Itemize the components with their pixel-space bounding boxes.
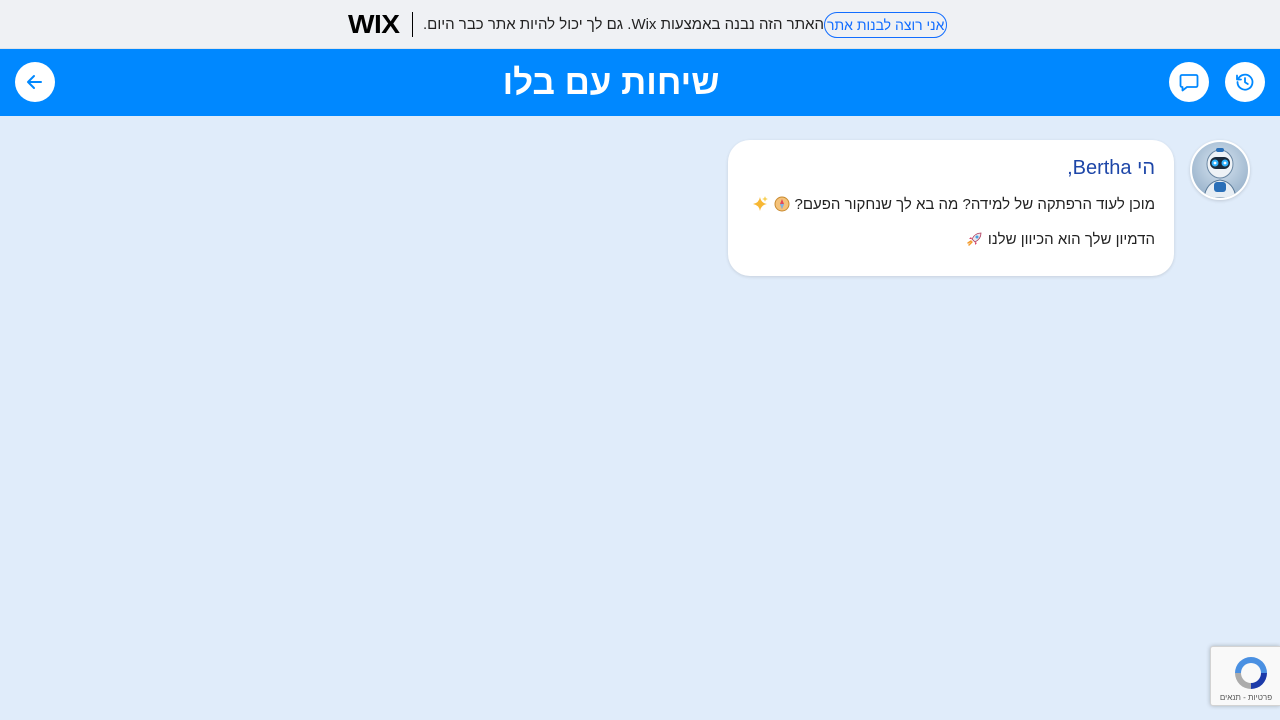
sparkles-icon — [751, 195, 769, 213]
history-icon — [1236, 73, 1254, 91]
build-site-button[interactable]: אני רוצה לבנות אתר — [824, 11, 948, 38]
chat-header: שיחות עם בלו — [0, 49, 1280, 116]
new-chat-button[interactable] — [1169, 62, 1209, 102]
message-line: מוכן לעוד הרפתקה של למידה? מה בא לך שנחק… — [751, 195, 1156, 213]
greeting-text: הי Bertha, — [1067, 157, 1155, 179]
recaptcha-badge[interactable]: פרטיות - תנאים — [1210, 646, 1280, 706]
recaptcha-icon — [1235, 657, 1267, 689]
message-line: הדמיון שלך הוא הכיוון שלנו — [966, 230, 1155, 248]
wix-logo[interactable]: WIX — [348, 9, 406, 40]
robot-avatar-icon — [1192, 142, 1248, 198]
message-line-text: מוכן לעוד הרפתקה של למידה? מה בא לך שנחק… — [794, 195, 1156, 213]
divider — [412, 12, 413, 37]
compass-icon — [773, 195, 791, 213]
chat-bubble-icon — [1179, 74, 1199, 92]
message-line-text: הדמיון שלך הוא הכיוון שלנו — [987, 230, 1155, 248]
history-button[interactable] — [1225, 62, 1265, 102]
rocket-icon — [966, 230, 984, 248]
page-title: שיחות עם בלו — [502, 63, 720, 102]
bot-avatar — [1190, 140, 1250, 200]
wix-banner-message: האתר הזה נבנה באמצעות Wix. גם לך יכול לה… — [423, 16, 824, 33]
bot-message-bubble: הי Bertha, מוכן לעוד הרפתקה של למידה? מה… — [728, 140, 1174, 276]
wix-banner: WIX האתר הזה נבנה באמצעות Wix. גם לך יכו… — [0, 0, 1280, 49]
recaptcha-links[interactable]: פרטיות - תנאים — [1211, 693, 1280, 702]
